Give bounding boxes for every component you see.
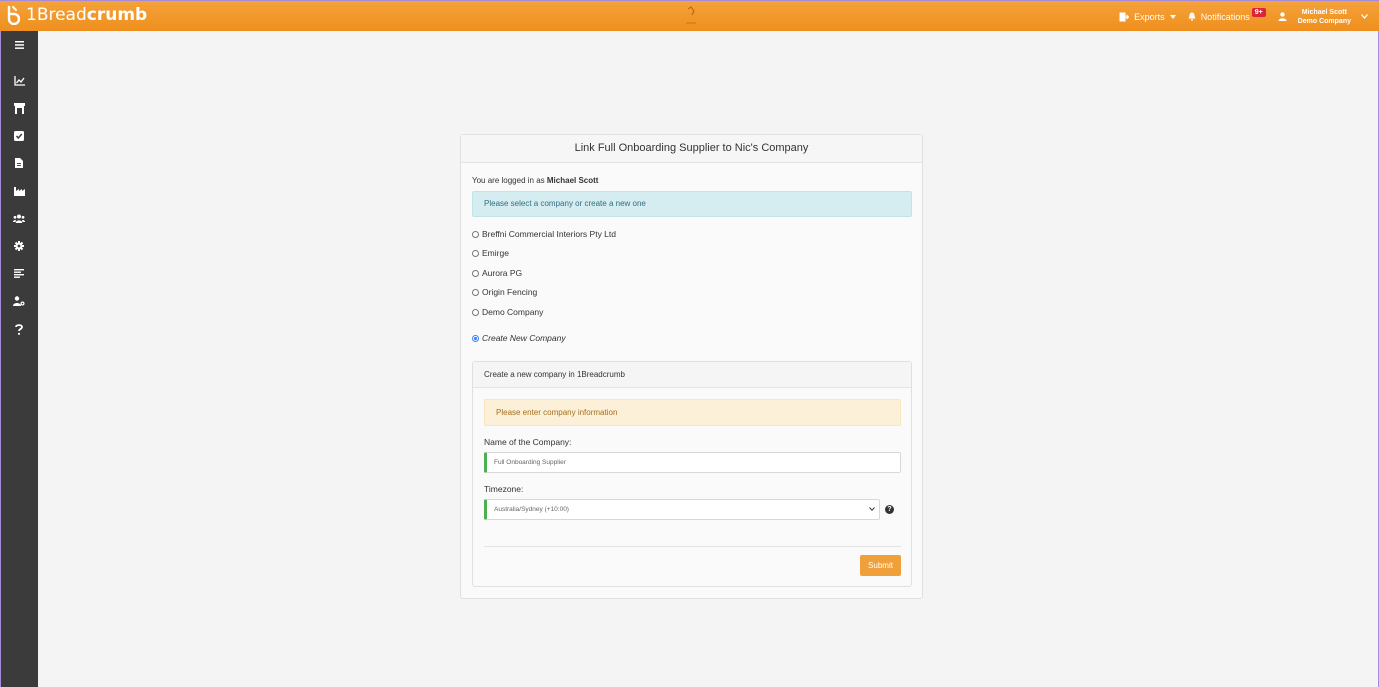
- radio-button[interactable]: [472, 230, 479, 238]
- notifications-menu[interactable]: Notifications 9+: [1188, 8, 1266, 22]
- company-logo-icon: [686, 6, 696, 24]
- notifications-label: Notifications: [1200, 11, 1250, 22]
- user-company: Demo Company: [1297, 17, 1351, 25]
- link-supplier-card: Link Full Onboarding Supplier to Nic's C…: [460, 134, 923, 599]
- chevron-down-icon: [1361, 14, 1368, 19]
- company-option-label: Emirge: [482, 248, 509, 258]
- company-option-label: Origin Fencing: [482, 287, 538, 297]
- factory-icon[interactable]: [12, 184, 26, 198]
- user-cog-icon[interactable]: [12, 294, 26, 308]
- sidebar: [0, 31, 38, 687]
- radio-button-selected[interactable]: [472, 334, 479, 342]
- brand-logo[interactable]: 1Bread crumb: [6, 5, 147, 25]
- create-company-header: Create a new company in 1Breadcrumb: [473, 362, 911, 388]
- caret-down-icon: [1169, 14, 1176, 19]
- logged-in-prefix: You are logged in as: [472, 176, 545, 185]
- company-option-label: Aurora PG: [482, 268, 523, 278]
- company-option-label: Breffni Commercial Interiors Pty Ltd: [482, 229, 616, 239]
- company-option[interactable]: Aurora PG: [472, 268, 522, 278]
- document-icon[interactable]: [12, 156, 26, 170]
- company-option[interactable]: Demo Company: [472, 307, 543, 317]
- question-icon[interactable]: [12, 322, 26, 336]
- breadcrumb-logo-icon: [7, 5, 20, 25]
- align-left-icon[interactable]: [12, 266, 26, 280]
- card-title: Link Full Onboarding Supplier to Nic's C…: [461, 135, 922, 163]
- top-navbar: 1Bread crumb Exports Notifications 9+ Mi…: [0, 0, 1379, 31]
- user-name: Michael Scott: [1301, 8, 1347, 16]
- company-option[interactable]: Origin Fencing: [472, 287, 537, 297]
- logged-in-text: You are logged in as Michael Scott: [472, 176, 598, 185]
- store-icon[interactable]: [12, 101, 26, 115]
- radio-button[interactable]: [472, 288, 479, 296]
- user-icon: [1278, 12, 1287, 21]
- create-new-company-label: Create New Company: [482, 333, 566, 343]
- warning-alert: Please enter company information: [484, 399, 901, 426]
- timezone-value: Australia/Sydney (+10:00): [494, 506, 569, 513]
- timezone-select[interactable]: Australia/Sydney (+10:00): [484, 499, 880, 520]
- brand-prefix: 1Bread: [26, 5, 87, 25]
- radio-button[interactable]: [472, 269, 479, 277]
- create-new-company-option[interactable]: Create New Company: [472, 333, 566, 343]
- menu-icon[interactable]: [12, 38, 26, 52]
- create-company-form: Create a new company in 1Breadcrumb Plea…: [472, 361, 912, 587]
- timezone-label: Timezone:: [484, 484, 524, 494]
- company-option-label: Demo Company: [482, 307, 544, 317]
- notifications-badge: 9+: [1251, 8, 1266, 17]
- brand-suffix: crumb: [86, 5, 148, 25]
- bell-icon: [1188, 12, 1196, 21]
- form-divider: [484, 546, 901, 547]
- company-name-input[interactable]: Full Onboarding Supplier: [484, 452, 901, 473]
- chart-line-icon[interactable]: [12, 74, 26, 88]
- user-menu[interactable]: Michael Scott Demo Company: [1278, 8, 1373, 26]
- user-info: Michael Scott Demo Company: [1298, 8, 1351, 26]
- company-name-label: Name of the Company:: [484, 437, 572, 447]
- exports-label: Exports: [1134, 11, 1165, 22]
- chevron-down-icon: [869, 507, 875, 511]
- company-option[interactable]: Emirge: [472, 248, 509, 258]
- company-option[interactable]: Breffni Commercial Interiors Pty Ltd: [472, 229, 616, 239]
- submit-button[interactable]: Submit: [860, 555, 901, 576]
- help-icon[interactable]: ?: [885, 505, 894, 514]
- logged-in-user: Michael Scott: [546, 176, 599, 185]
- radio-button[interactable]: [472, 308, 479, 316]
- info-alert: Please select a company or create a new …: [472, 191, 912, 217]
- gear-icon[interactable]: [12, 239, 26, 253]
- radio-button[interactable]: [472, 249, 479, 257]
- export-file-icon: [1119, 12, 1130, 21]
- exports-menu[interactable]: Exports: [1119, 12, 1176, 22]
- top-right-menu: Exports Notifications 9+ Michael Scott D…: [1107, 1, 1373, 32]
- checkbox-icon[interactable]: [12, 129, 26, 143]
- users-icon[interactable]: [12, 211, 26, 225]
